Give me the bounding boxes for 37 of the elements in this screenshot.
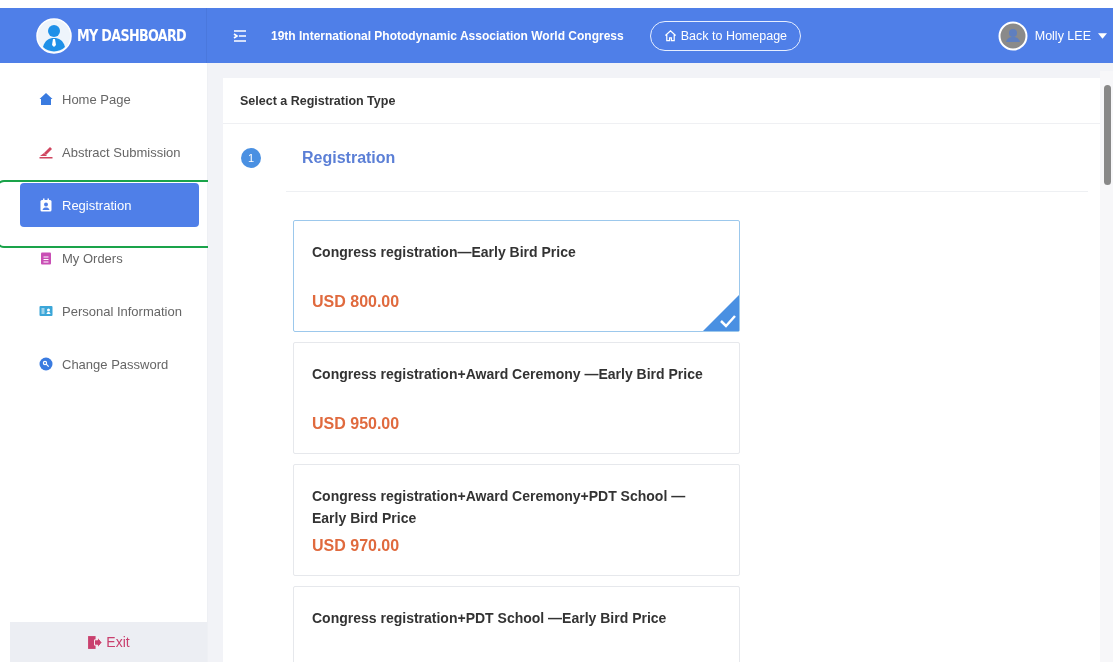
- menu-icon[interactable]: [233, 29, 247, 42]
- registration-option-card[interactable]: Congress registration+Award Ceremony+PDT School —Early Bird Price USD 970.00: [293, 464, 740, 576]
- congress-title: 19th International Photodynamic Association World Congress: [271, 28, 624, 43]
- sidebar-item[interactable]: My Orders: [20, 236, 199, 280]
- option-title: Congress registration+PDT School —Early Bird Price: [312, 609, 668, 628]
- panel-title: Select a Registration Type: [240, 93, 396, 108]
- avatar-logo-icon: [36, 17, 72, 54]
- option-title: Congress registration+Award Ceremony —Early Bird Price: [312, 365, 704, 384]
- user-name[interactable]: Molly LEE: [1034, 28, 1091, 43]
- exit-door-icon: [87, 634, 103, 650]
- option-title: Congress registration+Award Ceremony+PDT School —Early Bird Price: [312, 487, 687, 528]
- exit-button[interactable]: Exit: [10, 622, 207, 662]
- id-card-icon: [39, 304, 53, 318]
- step-number: 1: [241, 148, 261, 168]
- registration-option-card[interactable]: Congress registration—Early Bird Price USD 800.00: [293, 220, 740, 332]
- option-price: USD 800.00: [312, 293, 401, 311]
- sidebar-item[interactable]: Abstract Submission: [20, 130, 199, 174]
- sidebar-item[interactable]: Change Password: [20, 342, 199, 386]
- scrollbar[interactable]: [1100, 71, 1113, 662]
- badge-icon: [39, 198, 53, 212]
- step-title: Registration: [302, 149, 396, 167]
- option-title: Congress registration—Early Bird Price: [312, 243, 577, 262]
- option-price: USD 970.00: [312, 537, 401, 555]
- clipboard-icon: [39, 251, 53, 265]
- house-icon: [39, 92, 53, 106]
- sidebar-item[interactable]: Registration: [20, 183, 199, 227]
- selected-check-icon: [703, 295, 739, 331]
- pen-icon: [39, 145, 53, 159]
- caret-icon[interactable]: [1098, 32, 1107, 39]
- user-avatar-icon[interactable]: [997, 20, 1028, 51]
- sidebar-item[interactable]: Personal Information: [20, 289, 199, 333]
- registration-option-card[interactable]: Congress registration+Award Ceremony —Early Bird Price USD 950.00: [293, 342, 740, 454]
- sidebar-item[interactable]: Home Page: [20, 77, 199, 121]
- registration-option-card[interactable]: Congress registration+PDT School —Early Bird Price: [293, 586, 740, 662]
- home-icon: [663, 29, 677, 42]
- logo-text: MY DASHBOARD: [77, 26, 186, 45]
- option-price: USD 950.00: [312, 415, 401, 433]
